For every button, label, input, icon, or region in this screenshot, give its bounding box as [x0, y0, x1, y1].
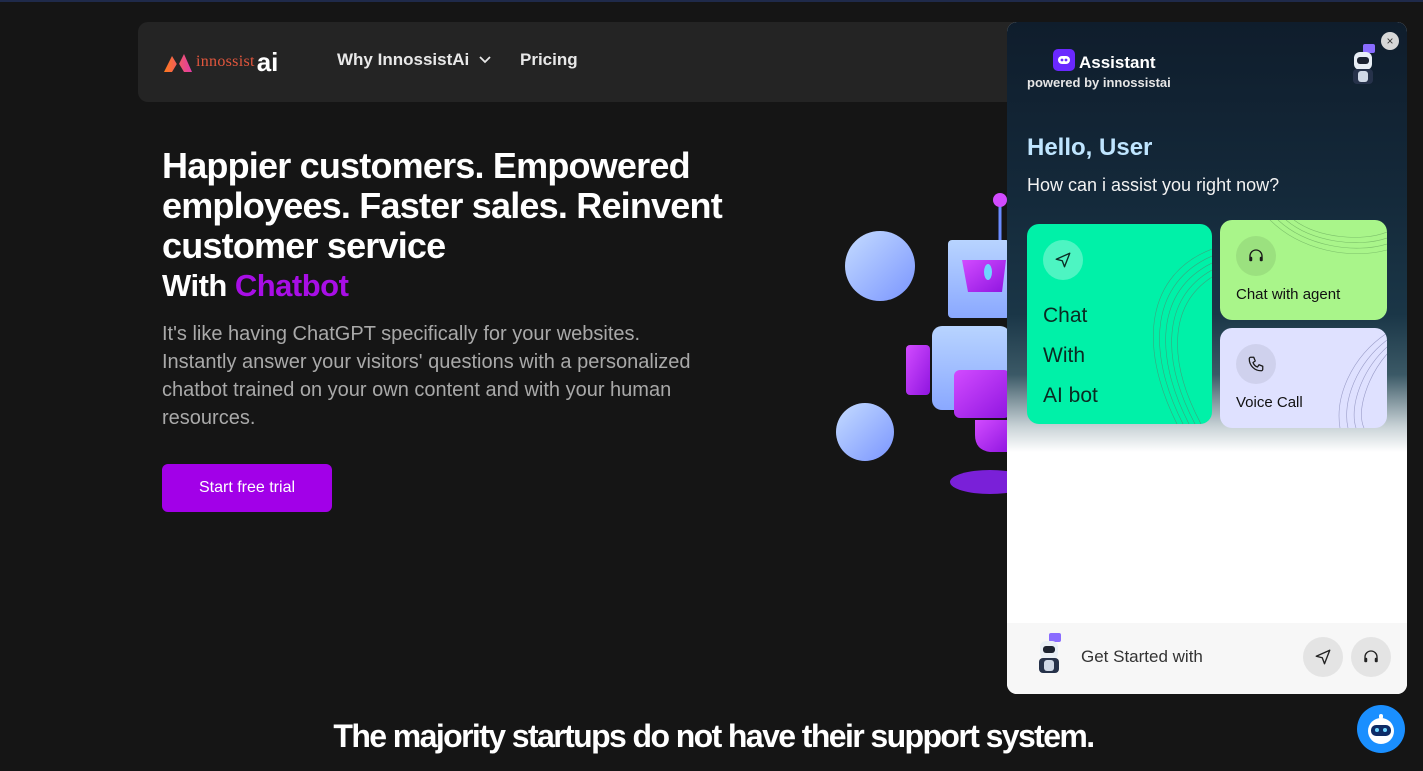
message-input[interactable] [1081, 647, 1291, 667]
section-heading: The majority startups do not have their … [333, 718, 1095, 754]
headset-icon [1364, 650, 1378, 663]
phone-icon [1236, 344, 1276, 384]
nav-why-innossistai[interactable]: Why InnossistAi [337, 50, 491, 70]
widget-subtitle: How can i assist you right now? [1027, 175, 1280, 195]
voice-call-card[interactable]: Voice Call [1220, 328, 1387, 428]
logo-text: innossist [196, 53, 255, 70]
nav-pricing-label: Pricing [520, 50, 578, 69]
chevron-down-icon [479, 56, 491, 64]
chat-line-3: AI bot [1043, 384, 1098, 407]
chat-widget: × Assistant powered by innossistai Hello… [1007, 22, 1407, 694]
hero-description: It's like having ChatGPT specifically fo… [162, 323, 691, 429]
robot-avatar-icon [1033, 633, 1065, 675]
send-icon [1315, 649, 1331, 665]
chat-with-agent-label: Chat with agent [1236, 286, 1341, 303]
widget-footer [1007, 623, 1407, 694]
widget-header: × Assistant powered by innossistai Hello… [1007, 22, 1407, 452]
start-free-trial-button[interactable]: Start free trial [162, 464, 332, 512]
send-icon [1043, 240, 1083, 280]
chat-with-ai-bot-label: Chat With AI bot [1043, 296, 1098, 416]
hero-with-label: With [162, 268, 227, 303]
logo-ai: ai [256, 47, 279, 77]
widget-greeting: Hello, User [1027, 134, 1153, 161]
widget-title: Assistant [1079, 53, 1156, 72]
chat-line-2: With [1043, 344, 1085, 367]
top-border [0, 0, 1423, 2]
chat-line-1: Chat [1043, 304, 1088, 327]
logo[interactable]: innossist ai [162, 46, 278, 78]
voice-call-label: Voice Call [1236, 394, 1303, 411]
talk-to-agent-button[interactable] [1351, 637, 1391, 677]
robot-avatar-icon [1347, 44, 1379, 86]
headset-icon [1236, 236, 1276, 276]
robot-illustration [820, 180, 1030, 500]
close-widget-button[interactable]: × [1381, 32, 1399, 50]
hero-title: Happier customers. Empowered employees. … [162, 145, 723, 266]
chatbot-launcher-button[interactable] [1357, 705, 1405, 753]
discord-like-bot-icon [1053, 49, 1075, 71]
send-message-button[interactable] [1303, 637, 1343, 677]
logo-mark-icon [162, 48, 194, 76]
chat-with-ai-bot-card[interactable]: Chat With AI bot [1027, 224, 1212, 424]
nav-why-label: Why InnossistAi [337, 50, 470, 69]
robot-face-icon [1368, 714, 1394, 744]
hero-with-line: With Chatbot [162, 266, 349, 306]
widget-powered-by: powered by innossistai [1027, 75, 1171, 90]
nav-pricing[interactable]: Pricing [520, 50, 578, 70]
hero-accent-label: Chatbot [234, 268, 349, 303]
chat-with-agent-card[interactable]: Chat with agent [1220, 220, 1387, 320]
